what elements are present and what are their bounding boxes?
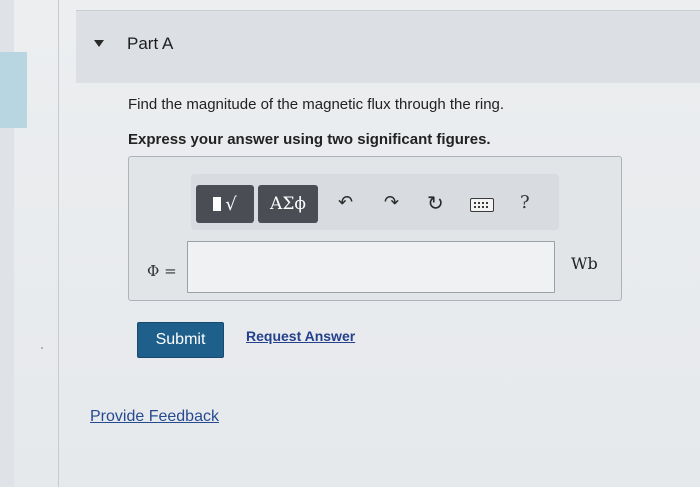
collapse-caret-icon[interactable] — [94, 40, 104, 47]
templates-square-icon — [213, 197, 222, 211]
templates-sqrt-icon: √ — [225, 193, 237, 215]
part-title: Part A — [127, 34, 174, 53]
instruction-text: Express your answer using two significan… — [128, 131, 491, 148]
greek-symbols-button[interactable]: ΑΣϕ — [258, 185, 318, 223]
provide-feedback-link[interactable]: Provide Feedback — [90, 408, 219, 426]
reset-icon[interactable]: ↻ — [427, 193, 444, 213]
flux-variable-label: Φ = — [147, 262, 177, 280]
templates-button[interactable]: √ — [196, 185, 254, 223]
submit-button[interactable]: Submit — [137, 322, 224, 358]
answer-input[interactable] — [187, 241, 555, 293]
request-answer-link[interactable]: Request Answer — [246, 328, 355, 344]
unit-label: Wb — [571, 254, 598, 273]
left-accent-bar — [0, 52, 27, 128]
undo-icon[interactable]: ↶ — [338, 193, 353, 213]
question-text: Find the magnitude of the magnetic flux … — [128, 96, 505, 113]
keyboard-icon[interactable] — [470, 198, 494, 212]
help-button[interactable]: ? — [520, 192, 530, 213]
divider-dot — [41, 347, 43, 349]
redo-icon[interactable]: ↷ — [384, 193, 399, 213]
content-border — [58, 0, 59, 487]
